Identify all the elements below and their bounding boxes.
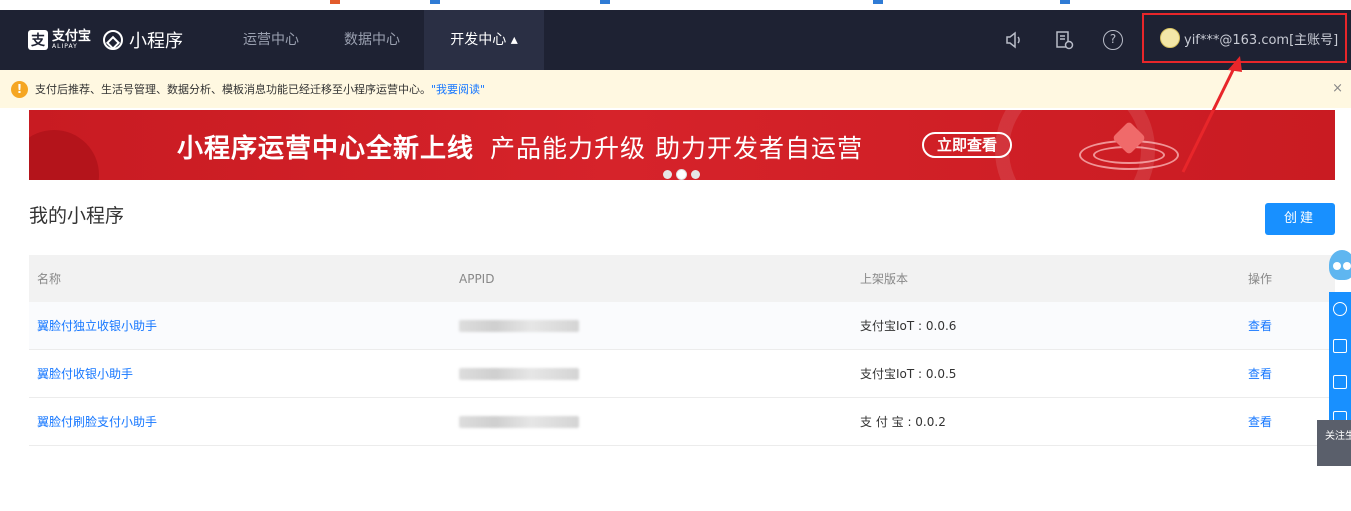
annotation-arrow [1181,56,1242,173]
